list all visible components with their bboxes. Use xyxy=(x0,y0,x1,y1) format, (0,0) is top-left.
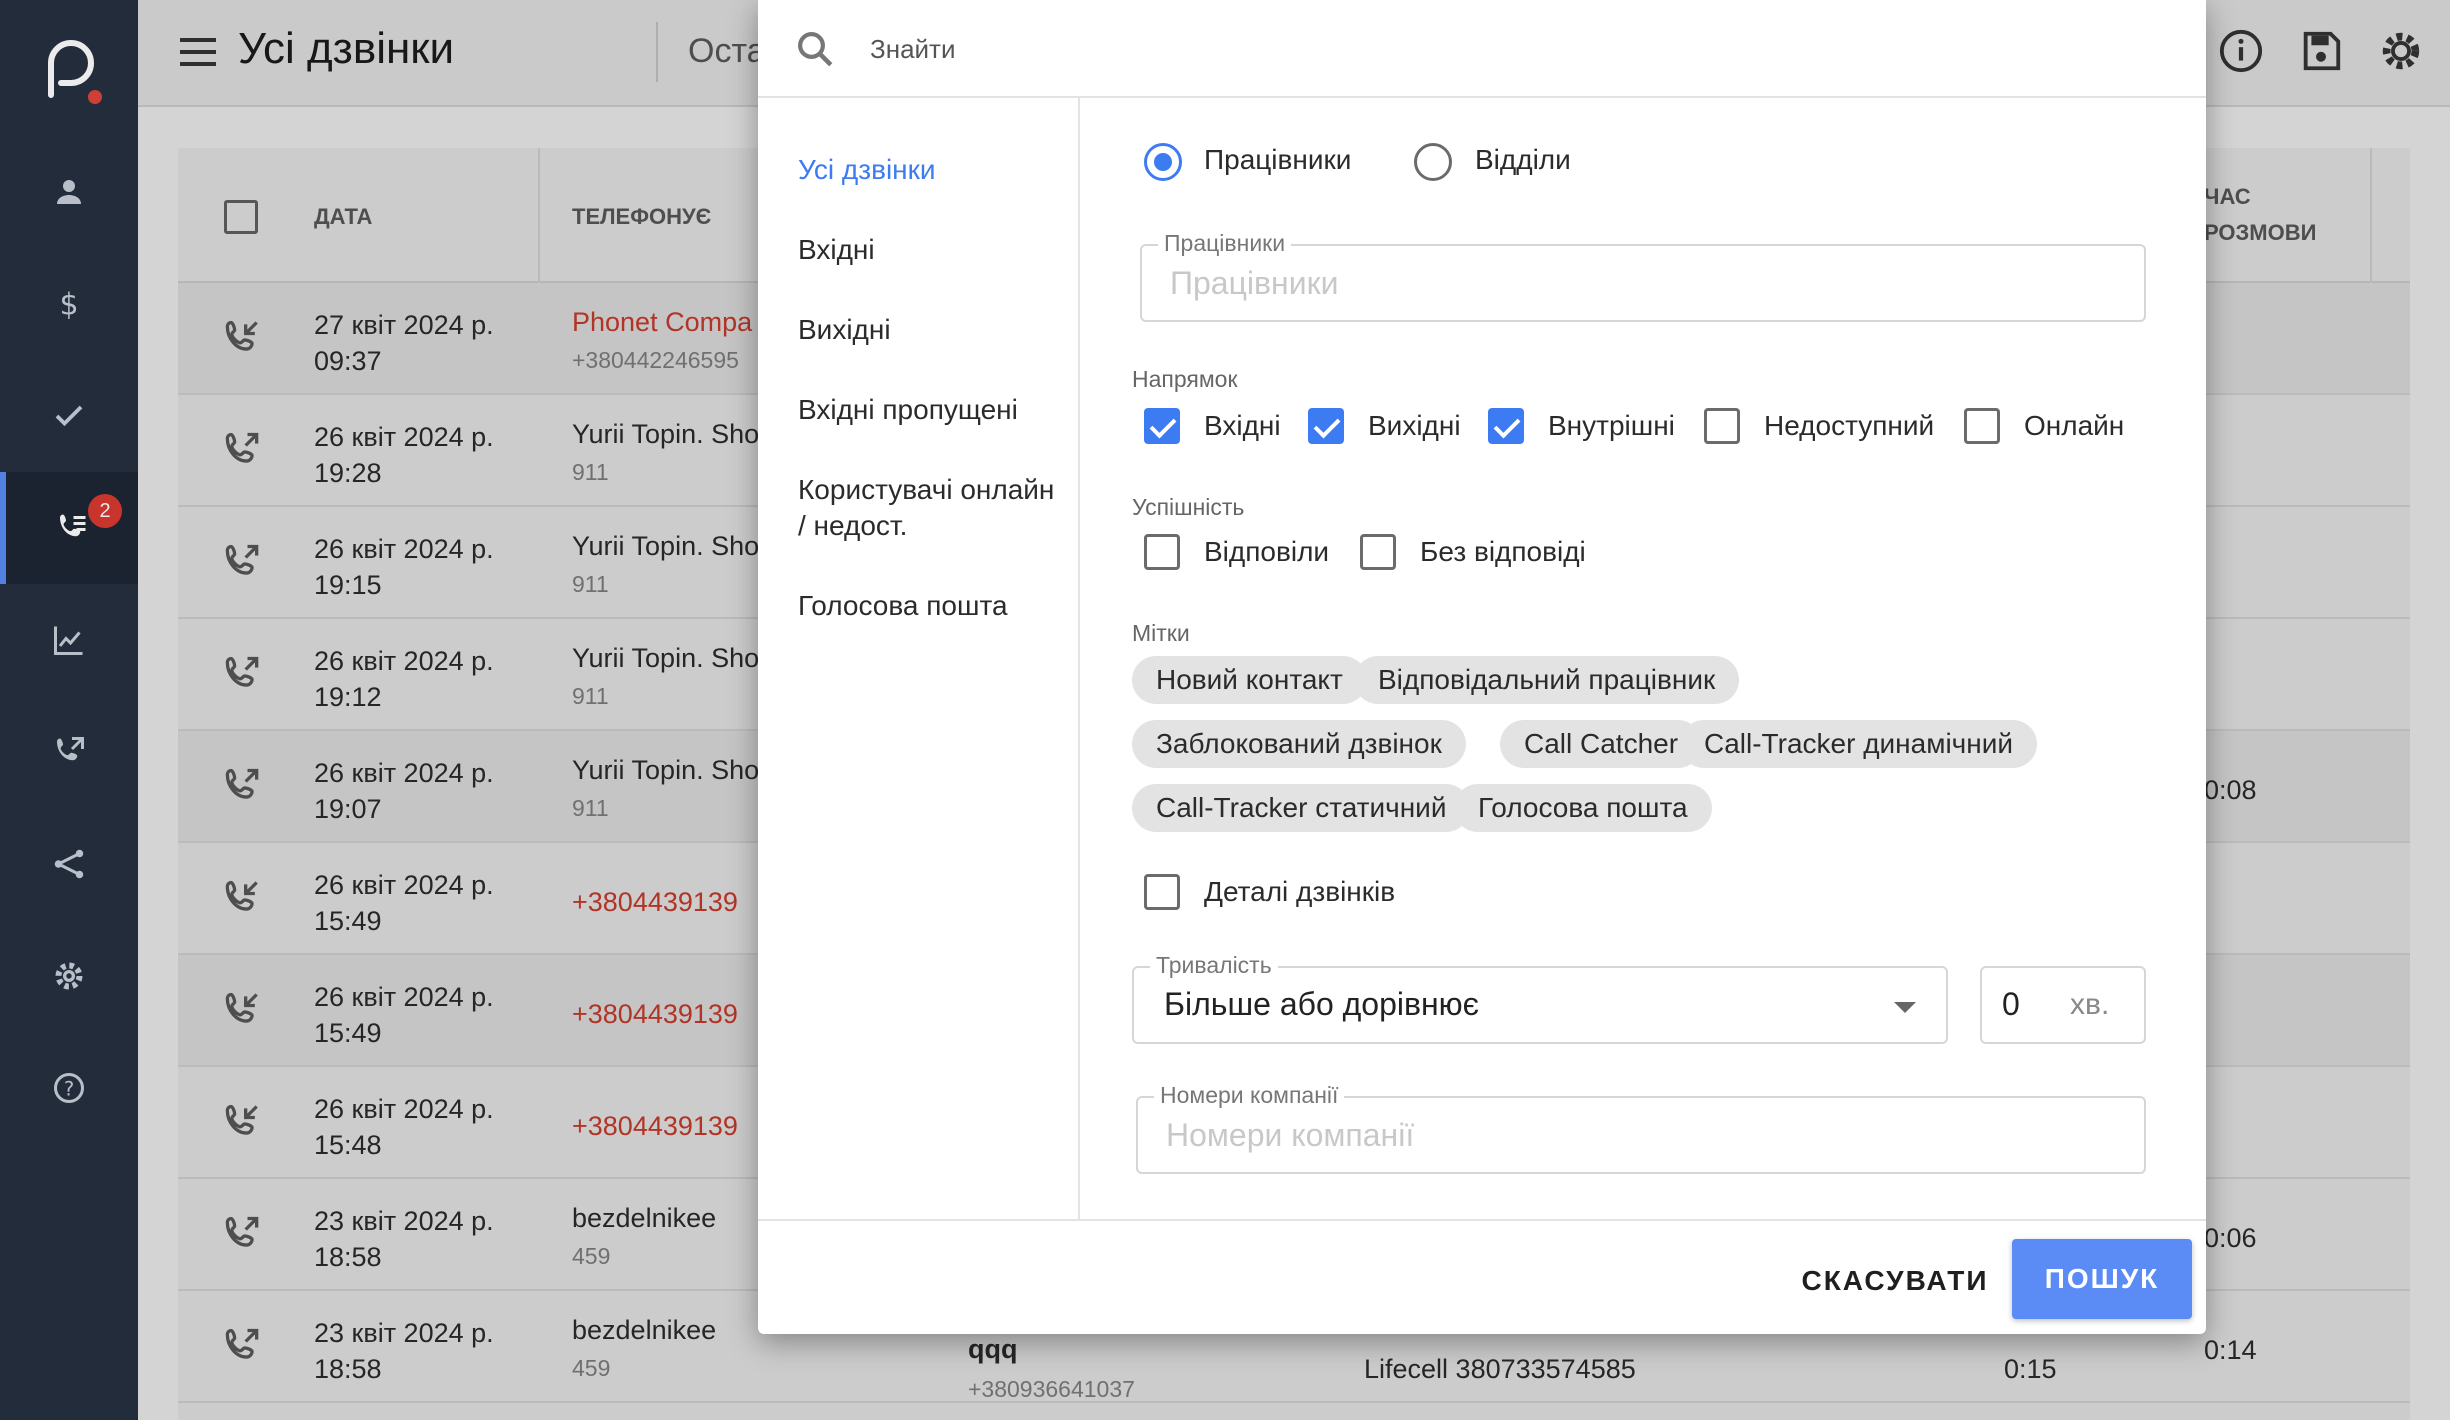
radio-departments[interactable] xyxy=(1414,143,1452,181)
success-heading: Успішність xyxy=(1132,494,1245,520)
nav-incoming[interactable]: Вхідні xyxy=(798,232,1068,268)
tag-chip[interactable]: Call-Tracker динамічний xyxy=(1680,720,2038,768)
radio-employees-label: Працівники xyxy=(1204,144,1352,175)
checkbox-call-details[interactable] xyxy=(1144,874,1180,910)
checkbox-no-answer-label: Без відповіді xyxy=(1420,536,1586,567)
checkbox-online-label: Онлайн xyxy=(2024,410,2125,441)
search-button[interactable]: ПОШУК xyxy=(2012,1239,2192,1319)
company-numbers-label: Номери компанії xyxy=(1154,1082,1345,1109)
nav-all-calls[interactable]: Усі дзвінки xyxy=(798,152,1068,188)
checkbox-outgoing-label: Вихідні xyxy=(1368,410,1461,441)
radio-departments-label: Відділи xyxy=(1475,144,1571,175)
search-icon xyxy=(794,28,836,70)
cancel-button[interactable]: СКАСУВАТИ xyxy=(1800,1243,1990,1319)
tag-chip[interactable]: Заблокований дзвінок xyxy=(1132,720,1466,768)
nav-voicemail[interactable]: Голосова пошта xyxy=(798,588,1068,624)
tag-chip[interactable]: Call-Tracker статичний xyxy=(1132,784,1471,832)
filter-nav: Усі дзвінки Вхідні Вихідні Вхідні пропущ… xyxy=(758,98,1080,1220)
checkbox-no-answer[interactable] xyxy=(1360,534,1396,570)
checkbox-answered[interactable] xyxy=(1144,534,1180,570)
dialog-search-bar xyxy=(758,0,2206,98)
checkbox-internal-label: Внутрішні xyxy=(1548,410,1675,441)
duration-value: Більше або дорівнює xyxy=(1164,986,1479,1022)
checkbox-incoming-label: Вхідні xyxy=(1204,410,1281,441)
employees-input[interactable] xyxy=(1170,258,2124,308)
tag-chip[interactable]: Call Catcher xyxy=(1500,720,1703,768)
employees-field: Працівники xyxy=(1140,230,2146,322)
tag-chip[interactable]: Голосова пошта xyxy=(1454,784,1712,832)
nav-outgoing[interactable]: Вихідні xyxy=(798,312,1068,348)
checkbox-incoming[interactable] xyxy=(1144,408,1180,444)
tag-chip[interactable]: Новий контакт xyxy=(1132,656,1367,704)
radio-employees[interactable] xyxy=(1144,143,1182,181)
nav-users-online-offline[interactable]: Користувачі онлайн / недост. xyxy=(798,472,1068,544)
minutes-input[interactable]: 0 xyxy=(2002,986,2020,1023)
checkbox-online[interactable] xyxy=(1964,408,2000,444)
direction-heading: Напрямок xyxy=(1132,366,1238,392)
search-input[interactable] xyxy=(870,24,2170,74)
minutes-unit: хв. xyxy=(2070,988,2110,1021)
checkbox-answered-label: Відповіли xyxy=(1204,536,1330,567)
dropdown-arrow-icon xyxy=(1894,1002,1916,1013)
checkbox-unavailable-label: Недоступний xyxy=(1764,410,1935,441)
tag-chip[interactable]: Відповідальний працівник xyxy=(1354,656,1740,704)
filter-form: Працівники Відділи Працівники Напрямок В… xyxy=(1080,98,2206,1220)
checkbox-outgoing[interactable] xyxy=(1308,408,1344,444)
tags-heading: Мітки xyxy=(1132,620,1190,646)
checkbox-call-details-label: Деталі дзвінків xyxy=(1204,876,1396,907)
filter-dialog: Усі дзвінки Вхідні Вихідні Вхідні пропущ… xyxy=(758,0,2206,1334)
nav-missed-incoming[interactable]: Вхідні пропущені xyxy=(798,392,1068,428)
minutes-field: 0 хв. xyxy=(1980,966,2146,1044)
checkbox-internal[interactable] xyxy=(1488,408,1524,444)
duration-label: Тривалість xyxy=(1150,952,1278,979)
duration-select[interactable]: Тривалість Більше або дорівнює xyxy=(1132,952,1948,1044)
company-numbers-input[interactable] xyxy=(1166,1110,2124,1160)
company-numbers-field: Номери компанії xyxy=(1136,1082,2146,1174)
checkbox-unavailable[interactable] xyxy=(1704,408,1740,444)
dialog-footer: СКАСУВАТИ ПОШУК xyxy=(758,1219,2206,1334)
employees-field-label: Працівники xyxy=(1158,230,1292,257)
